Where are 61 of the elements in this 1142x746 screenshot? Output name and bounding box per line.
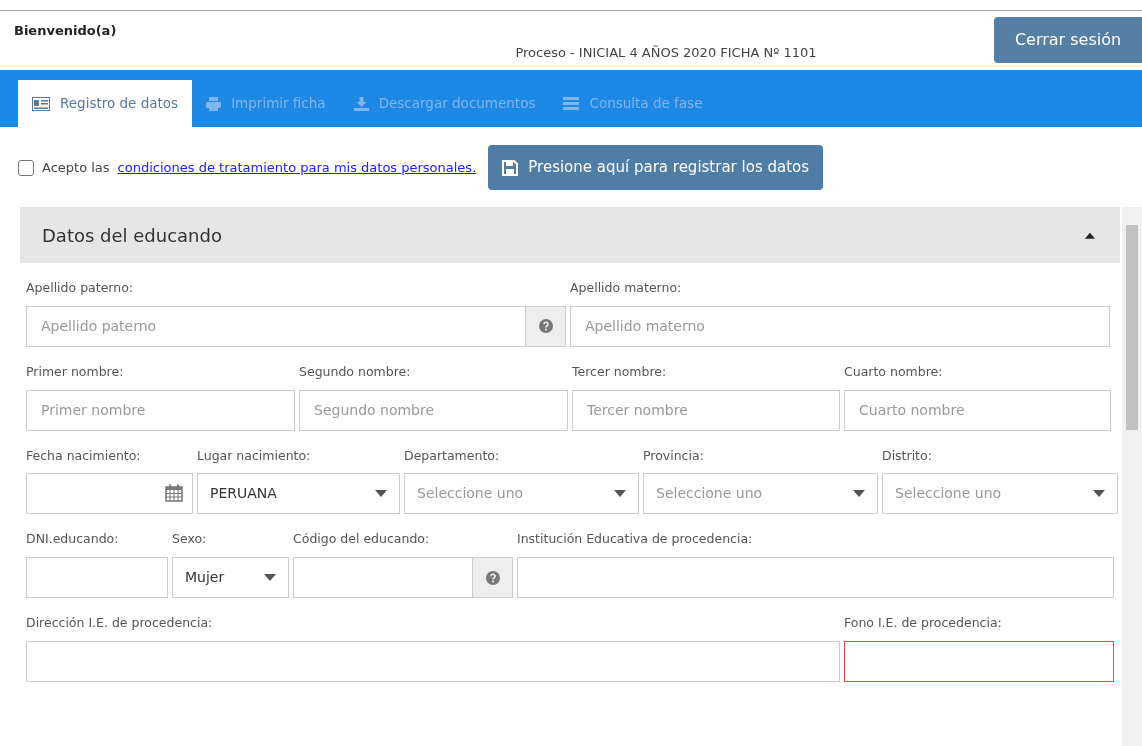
field-label: Fecha nacimiento:: [26, 446, 142, 465]
field-label: Cuarto nombre:: [844, 362, 944, 381]
field-label: Fono I.E. de procedencia:: [844, 614, 1003, 632]
caret-icon: [853, 490, 865, 498]
checkbox[interactable]: [18, 159, 34, 176]
field-label: Sexo:: [172, 530, 208, 549]
field-label: Lugar nacimiento:: [197, 446, 312, 465]
printer-icon: [206, 96, 222, 111]
input-field[interactable]: Primer nombre: [26, 389, 295, 431]
date-field[interactable]: [26, 473, 193, 515]
caret-icon: [614, 490, 626, 498]
help-icon: [485, 570, 500, 585]
field-label: Departamento:: [404, 446, 501, 465]
consent-text: Acepto las: [42, 158, 110, 177]
input-field[interactable]: Apellido paterno: [26, 305, 525, 347]
caret-icon: [1093, 490, 1105, 498]
help-button[interactable]: [472, 557, 513, 598]
help-button[interactable]: [525, 305, 566, 347]
field-label: Provincia:: [643, 446, 705, 465]
input-field[interactable]: Tercer nombre: [572, 389, 840, 431]
field-label: Institución Educativa de procedencia:: [517, 530, 754, 549]
select-field[interactable]: Seleccione uno: [404, 473, 639, 515]
select-field[interactable]: Seleccione uno: [643, 473, 878, 515]
select-field[interactable]: Mujer: [172, 557, 289, 598]
list-icon: [563, 97, 580, 110]
caret-icon: [375, 490, 387, 498]
process-title: Proceso - INICIAL 4 AÑOS 2020 FICHA Nº 1101: [515, 45, 817, 60]
input-field[interactable]: Segundo nombre: [299, 389, 568, 431]
field-label: Código del educando:: [293, 530, 431, 549]
input-field[interactable]: Apellido materno: [570, 305, 1110, 347]
field-label: Distrito:: [882, 446, 933, 465]
collapse-caret-icon[interactable]: [1084, 231, 1096, 239]
input-field[interactable]: [517, 557, 1114, 598]
section-title: Datos del educando: [42, 223, 222, 248]
scrollbar[interactable]: [1122, 207, 1142, 746]
field-label: DNI.educando:: [26, 530, 120, 549]
field-label: Primer nombre:: [26, 362, 125, 381]
input-field[interactable]: [293, 557, 472, 598]
tab[interactable]: Registro de datos: [18, 80, 193, 127]
logout-button[interactable]: Cerrar sesión: [994, 17, 1142, 63]
register-button[interactable]: Presione aquí para registrar los datos: [488, 145, 824, 190]
id-card-icon: [32, 96, 50, 111]
field-label: Dirección I.E. de procedencia:: [26, 614, 214, 632]
save-icon: [502, 159, 519, 176]
section-header[interactable]: Datos del educando: [20, 207, 1120, 263]
field-label: Tercer nombre:: [572, 362, 668, 381]
download-icon: [353, 96, 369, 111]
help-icon: [538, 319, 553, 334]
select-field[interactable]: PERUANA: [197, 473, 400, 515]
select-field[interactable]: Seleccione uno: [882, 473, 1118, 515]
field-label: Apellido paterno:: [26, 279, 135, 297]
input-field[interactable]: [26, 557, 168, 598]
greeting: Bienvenido(a): [14, 22, 117, 40]
field-label: Apellido materno:: [570, 279, 683, 297]
input-field[interactable]: [844, 640, 1114, 682]
caret-icon: [264, 574, 276, 581]
input-field[interactable]: [26, 640, 840, 682]
conditions-link[interactable]: condiciones de tratamiento para mis datos personales.: [117, 157, 477, 178]
input-field[interactable]: Cuarto nombre: [844, 389, 1111, 431]
field-label: Segundo nombre:: [299, 362, 412, 381]
calendar-icon[interactable]: [165, 484, 183, 503]
